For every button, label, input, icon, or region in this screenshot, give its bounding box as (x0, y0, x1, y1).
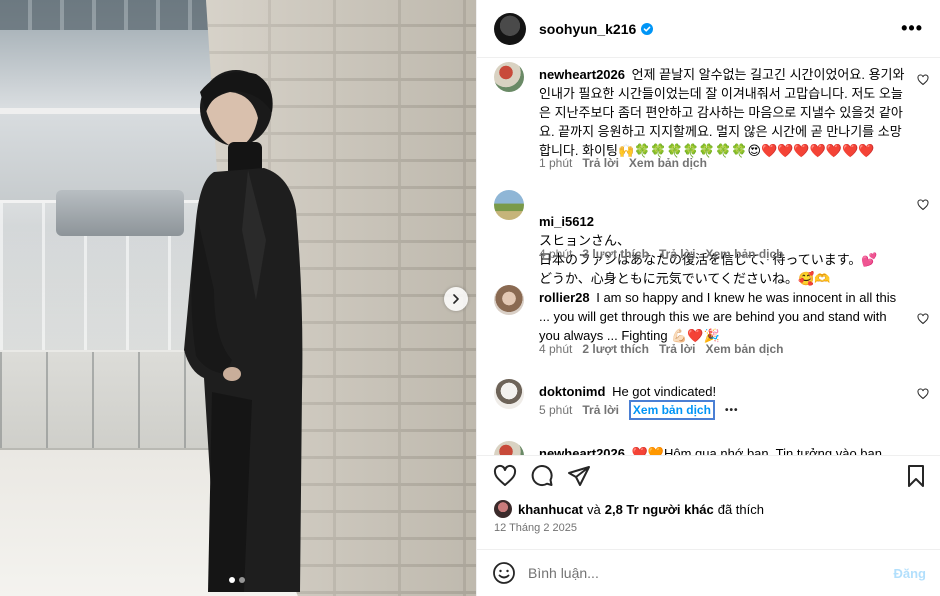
post-details-panel: soohyun_k216 ••• newheart2026 언제 끝날지 알수없… (476, 0, 940, 596)
carousel-dot (239, 577, 245, 583)
post-comment-button[interactable]: Đăng (894, 566, 927, 581)
likes-summary: khanhucat và 2,8 Tr người khác đã thích (494, 500, 764, 518)
person-figure (184, 70, 303, 592)
commenter-username[interactable]: rollier28 (539, 290, 590, 305)
comment-body: newheart2026 언제 끝날지 알수없는 길고긴 시간이었어요. 용기와… (539, 65, 909, 160)
commenter-avatar[interactable] (494, 190, 524, 220)
next-slide-button[interactable] (444, 287, 468, 311)
translate-button[interactable]: Xem bản dịch (629, 156, 707, 170)
comment-likes[interactable]: 3 lượt thích (582, 247, 649, 261)
likes-connector: và (587, 501, 601, 517)
author-avatar[interactable] (494, 12, 526, 45)
comment-composer: Đăng (477, 549, 940, 596)
translate-button[interactable]: Xem bản dịch (705, 247, 783, 261)
post-header: soohyun_k216 ••• (477, 0, 940, 58)
comment-time: 5 phút (539, 403, 573, 417)
carousel-dots (229, 577, 245, 583)
share-icon[interactable] (567, 464, 591, 488)
comment-meta: 1 phút Trả lời Xem bản dịch (539, 156, 707, 170)
comment-text: I am so happy and I knew he was innocent… (539, 290, 897, 343)
commenter-avatar[interactable] (494, 285, 524, 315)
comment-time: 4 phút (539, 247, 573, 261)
comment-icon[interactable] (530, 464, 554, 488)
commenter-avatar[interactable] (494, 62, 524, 92)
more-options-icon[interactable]: ••• (901, 18, 923, 39)
comment-meta: 4 phút 3 lượt thích Trả lời Xem bản dịch (539, 247, 784, 261)
emoji-icon[interactable] (492, 561, 516, 585)
like-comment-icon[interactable] (917, 199, 929, 211)
commenter-username[interactable]: mi_i5612 (539, 214, 594, 229)
liker-username[interactable]: khanhucat (518, 502, 583, 517)
like-comment-icon[interactable] (917, 74, 929, 86)
comment-more-icon[interactable]: ••• (725, 405, 739, 416)
comments-list[interactable]: newheart2026 언제 끝날지 알수없는 길고긴 시간이었어요. 용기와… (477, 59, 940, 455)
commenter-avatar[interactable] (494, 379, 524, 409)
comment-text: He got vindicated! (612, 384, 717, 399)
translate-button[interactable]: Xem bản dịch (628, 400, 715, 420)
comment-meta: 5 phút Trả lời Xem bản dịch ••• (539, 400, 738, 420)
reply-button[interactable]: Trả lời (659, 342, 696, 356)
comment-likes[interactable]: 2 lượt thích (582, 342, 649, 356)
comment-body: newheart2026 ❤️🧡Hôm qua nhớ bạn. Tin tưở… (539, 444, 909, 455)
post-actions-bar (477, 455, 940, 495)
like-comment-icon[interactable] (917, 313, 929, 325)
commenter-username[interactable]: newheart2026 (539, 67, 625, 82)
commenter-username[interactable]: doktonimd (539, 384, 605, 399)
comment-meta: 4 phút 2 lượt thích Trả lời Xem bản dịch (539, 342, 784, 356)
comment-body: mi_i5612 スヒョンさん、 日本のファンはあなたの復活を信じて、待っていま… (539, 193, 909, 288)
reply-button[interactable]: Trả lời (659, 247, 696, 261)
liker-avatar[interactable] (494, 500, 512, 518)
carousel-dot-active (229, 577, 235, 583)
likes-others-count[interactable]: 2,8 Tr người khác (605, 502, 714, 517)
translate-button[interactable]: Xem bản dịch (705, 342, 783, 356)
post-date: 12 Tháng 2 2025 (494, 522, 577, 534)
commenter-avatar[interactable] (494, 441, 524, 455)
reply-button[interactable]: Trả lời (582, 403, 619, 417)
comment-body: rollier28 I am so happy and I knew he wa… (539, 288, 909, 345)
verified-icon (641, 22, 654, 35)
likes-suffix: đã thích (717, 501, 764, 517)
comment-text: ❤️🧡Hôm qua nhớ bạn. Tin tưởng vào bạn (631, 446, 882, 455)
like-comment-icon[interactable] (917, 388, 929, 400)
comment-time: 1 phút (539, 156, 573, 170)
author-username[interactable]: soohyun_k216 (539, 21, 636, 37)
comment-input[interactable] (528, 565, 884, 581)
comment-time: 4 phút (539, 342, 573, 356)
post-photo[interactable] (0, 0, 476, 596)
chevron-right-icon (453, 294, 459, 304)
heart-icon[interactable] (493, 464, 517, 488)
comment-body: doktonimd He got vindicated! (539, 382, 909, 401)
commenter-username[interactable]: newheart2026 (539, 446, 625, 455)
reply-button[interactable]: Trả lời (582, 156, 619, 170)
bookmark-icon[interactable] (904, 464, 928, 488)
